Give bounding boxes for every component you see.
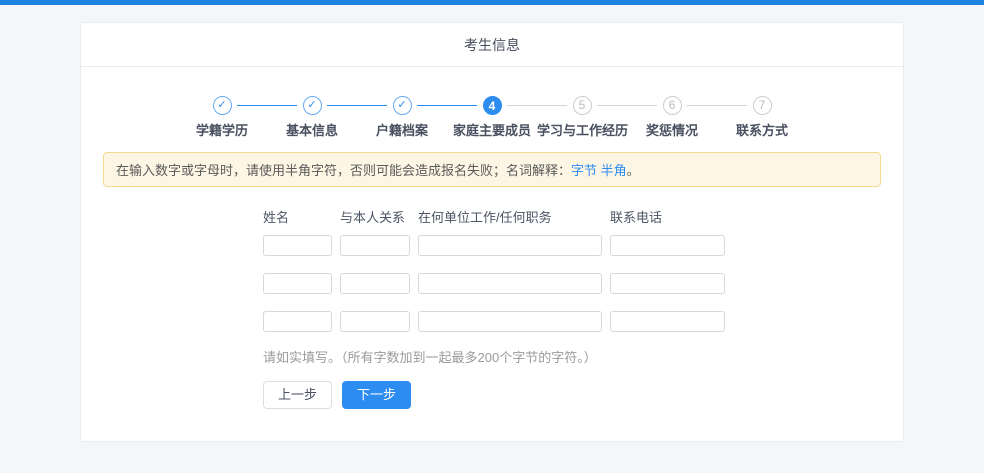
top-accent-bar [0,0,984,5]
fill-instructions-note: 请如实填写。（所有字数加到一起最多200个字节的字符。） [263,347,733,366]
halfwidth-definition-link[interactable]: 半角 [601,163,627,178]
step-contact-info: 7 联系方式 [717,96,807,139]
family-members-form: 姓名 与本人关系 在何单位工作/任何职务 联系电话 请如实填写。（所有字数加到一… [263,207,733,409]
step-label: 联系方式 [717,120,807,139]
check-icon: ✓ [303,96,322,115]
next-step-button[interactable]: 下一步 [342,381,411,409]
byte-definition-link[interactable]: 字节 [571,163,597,178]
member2-relationship-input[interactable] [340,273,410,294]
table-row [263,273,733,294]
table-header-row: 姓名 与本人关系 在何单位工作/任何职务 联系电话 [263,207,733,226]
member2-name-input[interactable] [263,273,332,294]
step-basic-info: ✓ 基本信息 [267,96,357,139]
page-title: 考生信息 [81,23,903,67]
step-number-badge: 4 [483,96,502,115]
member2-work-unit-input[interactable] [418,273,602,294]
step-school-record: ✓ 学籍学历 [177,96,267,139]
member3-work-unit-input[interactable] [418,311,602,332]
step-number-badge: 7 [753,96,772,115]
check-icon: ✓ [393,96,412,115]
member1-relationship-input[interactable] [340,235,410,256]
previous-step-button[interactable]: 上一步 [263,381,332,409]
warning-text: 在输入数字或字母时，请使用半角字符，否则可能会造成报名失败；名词解释： [116,163,571,178]
table-row [263,311,733,332]
column-header-relationship: 与本人关系 [340,207,410,226]
halfwidth-warning-banner: 在输入数字或字母时，请使用半角字符，否则可能会造成报名失败；名词解释：字节 半角… [103,152,881,187]
member1-phone-input[interactable] [610,235,725,256]
step-label: 家庭主要成员 [447,120,537,139]
warning-suffix: 。 [627,163,640,178]
step-family-members: 4 家庭主要成员 [447,96,537,139]
wizard-actions: 上一步 下一步 [263,381,733,409]
step-study-work-history: 5 学习与工作经历 [537,96,627,139]
step-household-file: ✓ 户籍档案 [357,96,447,139]
member3-relationship-input[interactable] [340,311,410,332]
step-number-badge: 5 [573,96,592,115]
step-label: 户籍档案 [357,120,447,139]
step-rewards-punishments: 6 奖惩情况 [627,96,717,139]
member1-name-input[interactable] [263,235,332,256]
step-label: 奖惩情况 [627,120,717,139]
member3-name-input[interactable] [263,311,332,332]
member3-phone-input[interactable] [610,311,725,332]
step-number-badge: 6 [663,96,682,115]
member2-phone-input[interactable] [610,273,725,294]
check-icon: ✓ [213,96,232,115]
step-label: 基本信息 [267,120,357,139]
candidate-info-card: 考生信息 ✓ 学籍学历 ✓ 基本信息 ✓ 户籍档案 4 家庭主要成员 5 学习与… [80,22,904,442]
step-label: 学籍学历 [177,120,267,139]
member1-work-unit-input[interactable] [418,235,602,256]
table-row [263,235,733,256]
step-label: 学习与工作经历 [537,120,627,139]
column-header-work-unit: 在何单位工作/任何职务 [418,207,602,226]
column-header-name: 姓名 [263,207,332,226]
column-header-phone: 联系电话 [610,207,725,226]
step-wizard: ✓ 学籍学历 ✓ 基本信息 ✓ 户籍档案 4 家庭主要成员 5 学习与工作经历 … [81,96,903,139]
